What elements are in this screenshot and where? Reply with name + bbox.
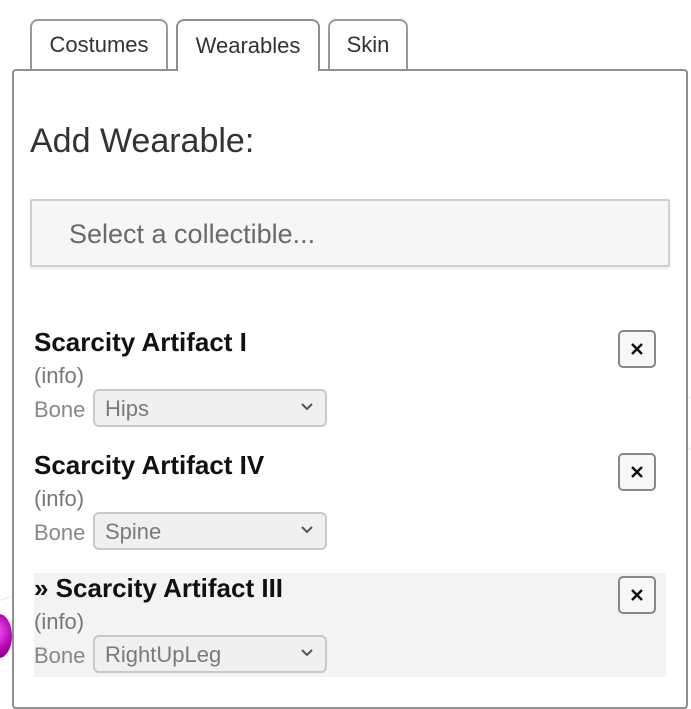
remove-wearable-button[interactable] xyxy=(618,330,656,368)
wearable-name: Scarcity Artifact IV xyxy=(34,450,265,480)
tab-wearables[interactable]: Wearables xyxy=(176,19,320,71)
wearable-info-link[interactable]: (info) xyxy=(34,363,84,389)
close-icon xyxy=(631,466,643,478)
panel-title: Add Wearable: xyxy=(30,122,255,160)
bone-select[interactable]: Spine xyxy=(93,512,327,550)
collectible-select[interactable]: Select a collectible... xyxy=(30,199,670,267)
bone-select-value: Spine xyxy=(105,519,162,544)
close-icon xyxy=(631,589,643,601)
wearable-name: Scarcity Artifact I xyxy=(34,327,247,357)
tab-costumes[interactable]: Costumes xyxy=(30,19,168,69)
bone-select[interactable]: RightUpLeg xyxy=(93,635,327,673)
remove-wearable-button[interactable] xyxy=(618,576,656,614)
bone-select-value: Hips xyxy=(105,396,150,421)
bone-select-value: RightUpLeg xyxy=(105,642,222,667)
chevron-down-icon xyxy=(301,403,313,411)
wearable-item-current: » Scarcity Artifact III (info) Bone Righ… xyxy=(34,573,666,677)
wearable-info-link[interactable]: (info) xyxy=(34,609,84,635)
bone-label: Bone xyxy=(34,520,86,545)
wearable-item: Scarcity Artifact IV (info) Bone Spine xyxy=(34,450,666,554)
chevron-down-icon xyxy=(301,526,313,534)
wearable-name: » Scarcity Artifact III xyxy=(34,573,284,603)
wearable-item: Scarcity Artifact I (info) Bone Hips xyxy=(34,327,666,431)
wearable-info-link[interactable]: (info) xyxy=(34,486,84,512)
bone-select[interactable]: Hips xyxy=(93,389,327,427)
avatar-sphere xyxy=(0,614,12,658)
remove-wearable-button[interactable] xyxy=(618,453,656,491)
active-tab-connector xyxy=(178,67,318,73)
chevron-down-icon xyxy=(301,649,313,657)
collectible-select-placeholder: Select a collectible... xyxy=(69,219,316,249)
close-icon xyxy=(631,343,643,355)
tab-skin[interactable]: Skin xyxy=(328,19,408,69)
bone-label: Bone xyxy=(34,643,86,668)
bone-label: Bone xyxy=(34,397,86,422)
